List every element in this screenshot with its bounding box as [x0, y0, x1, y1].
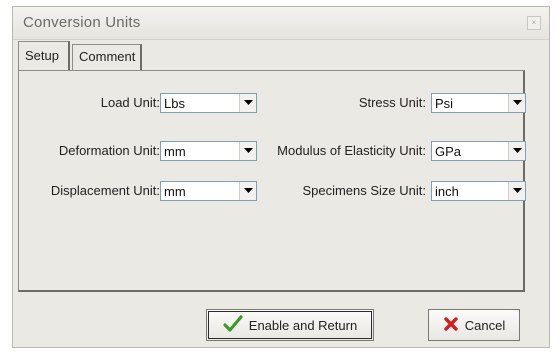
deformation-unit-select[interactable]: mm: [160, 141, 257, 161]
cancel-label: Cancel: [464, 317, 506, 333]
title-bar: Conversion Units ×: [13, 7, 549, 40]
chevron-down-icon[interactable]: [239, 142, 256, 160]
close-button[interactable]: ×: [527, 16, 541, 30]
displacement-unit-label: Displacement Unit:: [50, 183, 160, 198]
chevron-down-icon[interactable]: [508, 94, 525, 112]
enable-and-return-label: Enable and Return: [248, 317, 358, 333]
load-unit-value: Lbs: [164, 96, 185, 111]
modulus-unit-select[interactable]: GPa: [431, 141, 526, 161]
chevron-down-icon[interactable]: [239, 182, 256, 200]
enable-and-return-button[interactable]: Enable and Return: [206, 309, 374, 341]
load-unit-label: Load Unit:: [100, 95, 160, 110]
checkmark-icon: [223, 314, 243, 336]
modulus-unit-value: GPa: [435, 144, 462, 159]
displacement-unit-value: mm: [164, 184, 186, 199]
stress-unit-value: Psi: [435, 96, 454, 111]
x-icon: [443, 316, 459, 335]
stress-unit-label: Stress Unit:: [358, 95, 426, 110]
deformation-unit-value: mm: [164, 144, 186, 159]
specimen-size-unit-value: inch: [435, 184, 459, 199]
modulus-unit-label: Modulus of Elasticity Unit:: [277, 143, 426, 158]
specimen-size-unit-label: Specimens Size Unit:: [302, 183, 426, 198]
chevron-down-icon[interactable]: [239, 94, 256, 112]
deformation-unit-label: Deformation Unit:: [58, 143, 160, 158]
tab-setup[interactable]: Setup: [18, 41, 70, 70]
specimen-size-unit-select[interactable]: inch: [431, 181, 526, 201]
stress-unit-select[interactable]: Psi: [431, 93, 526, 113]
chevron-down-icon[interactable]: [508, 142, 525, 160]
cancel-button[interactable]: Cancel: [428, 309, 520, 341]
tab-comment[interactable]: Comment: [72, 44, 142, 70]
chevron-down-icon[interactable]: [508, 182, 525, 200]
setup-panel: Load Unit: Lbs Deformation Unit: mm Disp…: [18, 70, 526, 292]
close-icon: ×: [531, 18, 537, 27]
window-title: Conversion Units: [23, 14, 141, 31]
load-unit-select[interactable]: Lbs: [160, 93, 257, 113]
displacement-unit-select[interactable]: mm: [160, 181, 257, 201]
